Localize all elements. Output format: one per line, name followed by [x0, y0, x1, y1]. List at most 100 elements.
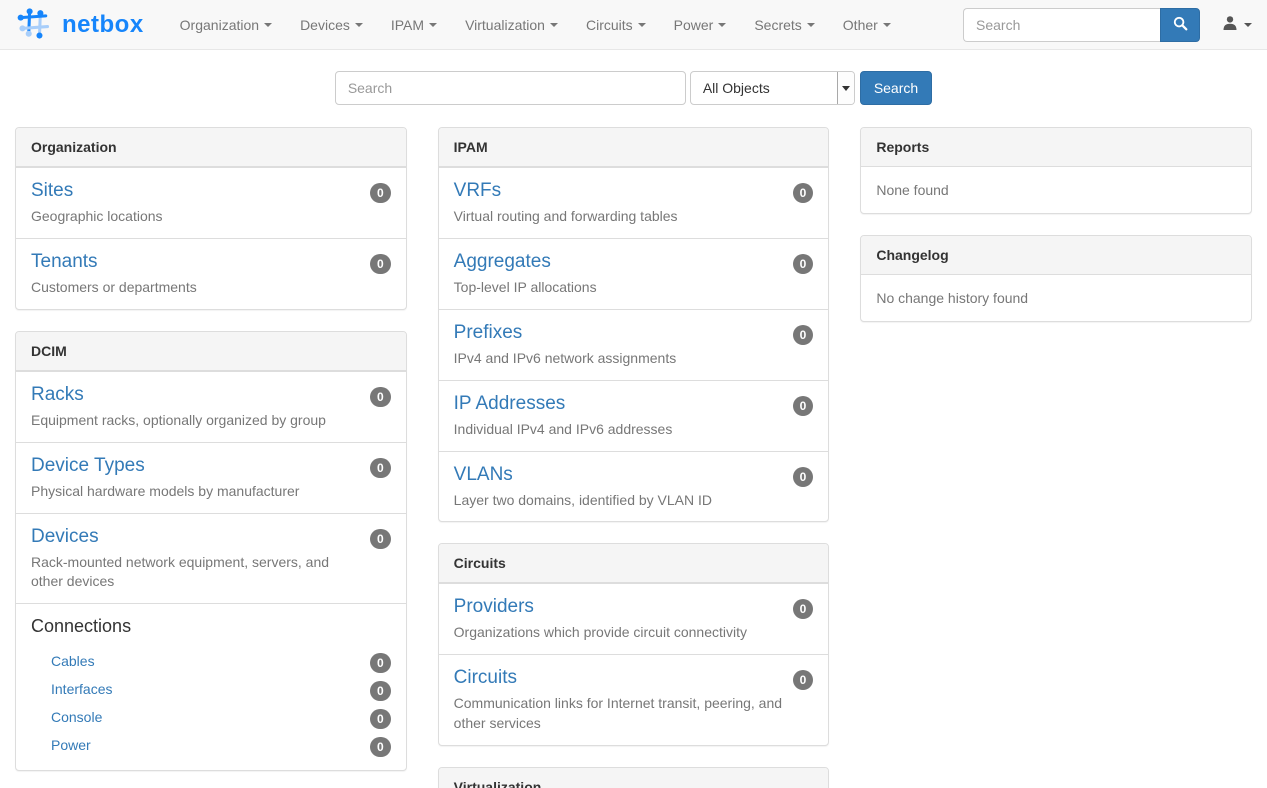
count-badge: 0	[370, 183, 391, 203]
link-cables[interactable]: Cables	[51, 653, 95, 669]
count-badge: 0	[370, 653, 391, 673]
link-device-types[interactable]: Device Types	[31, 455, 145, 477]
link-sites[interactable]: Sites	[31, 180, 73, 202]
link-power[interactable]: Power	[51, 737, 91, 753]
count-badge: 0	[370, 458, 391, 478]
list-item: 0 VRFs Virtual routing and forwarding ta…	[439, 167, 829, 238]
navbar-search-button[interactable]	[1160, 8, 1200, 42]
nav-ipam[interactable]: IPAM	[377, 2, 451, 48]
link-console[interactable]: Console	[51, 709, 102, 725]
link-interfaces[interactable]: Interfaces	[51, 681, 112, 697]
nav-virtualization[interactable]: Virtualization	[451, 2, 572, 48]
panel-dcim: DCIM 0 Racks Equipment racks, optionally…	[15, 331, 407, 772]
count-badge: 0	[370, 254, 391, 274]
list-item: 0 Providers Organizations which provide …	[439, 583, 829, 654]
item-description: Top-level IP allocations	[454, 278, 784, 298]
top-navbar: netbox Organization Devices IPAM Virtual…	[0, 0, 1267, 50]
count-badge: 0	[370, 681, 391, 701]
panel-organization: Organization 0 Sites Geographic location…	[15, 127, 407, 310]
panel-changelog: Changelog No change history found	[860, 235, 1252, 322]
netbox-brand[interactable]: netbox	[15, 6, 144, 43]
item-description: Customers or departments	[31, 278, 361, 298]
chevron-down-icon	[1244, 23, 1252, 27]
chevron-down-icon	[807, 23, 815, 27]
item-description: Virtual routing and forwarding tables	[454, 207, 784, 227]
item-description: Physical hardware models by manufacturer	[31, 482, 361, 502]
count-badge: 0	[370, 709, 391, 729]
list-item: 0 IP Addresses Individual IPv4 and IPv6 …	[439, 380, 829, 451]
search-icon	[1173, 16, 1188, 34]
count-badge: 0	[370, 529, 391, 549]
nav-circuits[interactable]: Circuits	[572, 2, 660, 48]
count-badge: 0	[793, 254, 814, 274]
item-description: Individual IPv4 and IPv6 addresses	[454, 420, 784, 440]
dashboard-grid: Organization 0 Sites Geographic location…	[0, 127, 1267, 788]
user-menu[interactable]	[1222, 15, 1252, 34]
user-icon	[1222, 15, 1238, 34]
list-item: 0 Sites Geographic locations	[16, 167, 406, 238]
nav-organization[interactable]: Organization	[166, 2, 286, 48]
count-badge: 0	[793, 467, 814, 487]
list-item: 0 Prefixes IPv4 and IPv6 network assignm…	[439, 309, 829, 380]
panel-title: Circuits	[439, 544, 829, 583]
list-item: 0 Racks Equipment racks, optionally orga…	[16, 371, 406, 442]
main-menu: Organization Devices IPAM Virtualization…	[166, 0, 905, 50]
count-badge: 0	[793, 183, 814, 203]
panel-virtualization: Virtualization 0 Clusters	[438, 767, 830, 788]
panel-title: Virtualization	[439, 768, 829, 788]
reports-empty-text: None found	[861, 167, 1251, 213]
list-item: 0 Device Types Physical hardware models …	[16, 442, 406, 513]
item-description: Rack-mounted network equipment, servers,…	[31, 553, 361, 593]
count-badge: 0	[793, 396, 814, 416]
count-badge: 0	[370, 737, 391, 757]
link-vlans[interactable]: VLANs	[454, 464, 513, 486]
column-right: Reports None found Changelog No change h…	[860, 127, 1252, 788]
nav-secrets[interactable]: Secrets	[740, 2, 828, 48]
nav-power[interactable]: Power	[660, 2, 741, 48]
chevron-down-icon	[355, 23, 363, 27]
panel-title: DCIM	[16, 332, 406, 371]
connection-row: 0 Cables	[31, 647, 391, 675]
item-description: Organizations which provide circuit conn…	[454, 623, 784, 643]
link-devices[interactable]: Devices	[31, 526, 99, 548]
link-racks[interactable]: Racks	[31, 384, 84, 406]
panel-title: Reports	[861, 128, 1251, 167]
count-badge: 0	[370, 387, 391, 407]
chevron-down-icon	[550, 23, 558, 27]
search-submit-button[interactable]: Search	[860, 71, 932, 105]
item-description: Geographic locations	[31, 207, 361, 227]
brand-wordmark: netbox	[62, 11, 144, 39]
panel-reports: Reports None found	[860, 127, 1252, 214]
navbar-search-form	[963, 8, 1200, 42]
link-aggregates[interactable]: Aggregates	[454, 251, 551, 273]
connection-row: 0 Interfaces	[31, 675, 391, 703]
link-ip-addresses[interactable]: IP Addresses	[454, 393, 566, 415]
count-badge: 0	[793, 599, 814, 619]
changelog-empty-text: No change history found	[861, 275, 1251, 321]
panel-title: IPAM	[439, 128, 829, 167]
chevron-down-icon	[883, 23, 891, 27]
navbar-search-input[interactable]	[963, 8, 1160, 42]
link-circuits[interactable]: Circuits	[454, 667, 517, 689]
panel-circuits: Circuits 0 Providers Organizations which…	[438, 543, 830, 746]
connection-row: 0 Power	[31, 731, 391, 759]
item-description: Equipment racks, optionally organized by…	[31, 411, 361, 431]
link-vrfs[interactable]: VRFs	[454, 180, 502, 202]
item-description: Communication links for Internet transit…	[454, 694, 784, 734]
panel-title: Organization	[16, 128, 406, 167]
link-tenants[interactable]: Tenants	[31, 251, 98, 273]
link-prefixes[interactable]: Prefixes	[454, 322, 523, 344]
item-description: IPv4 and IPv6 network assignments	[454, 349, 784, 369]
navbar-right	[963, 8, 1252, 42]
item-description: Layer two domains, identified by VLAN ID	[454, 491, 784, 511]
nav-other[interactable]: Other	[829, 2, 905, 48]
select-dropdown-arrow-icon	[837, 72, 854, 104]
object-type-select[interactable]: All Objects	[690, 71, 855, 105]
chevron-down-icon	[264, 23, 272, 27]
chevron-down-icon	[429, 23, 437, 27]
list-item: 0 Devices Rack-mounted network equipment…	[16, 513, 406, 604]
search-input[interactable]	[335, 71, 686, 105]
link-providers[interactable]: Providers	[454, 596, 534, 618]
nav-devices[interactable]: Devices	[286, 2, 377, 48]
column-middle: IPAM 0 VRFs Virtual routing and forwardi…	[438, 127, 830, 788]
